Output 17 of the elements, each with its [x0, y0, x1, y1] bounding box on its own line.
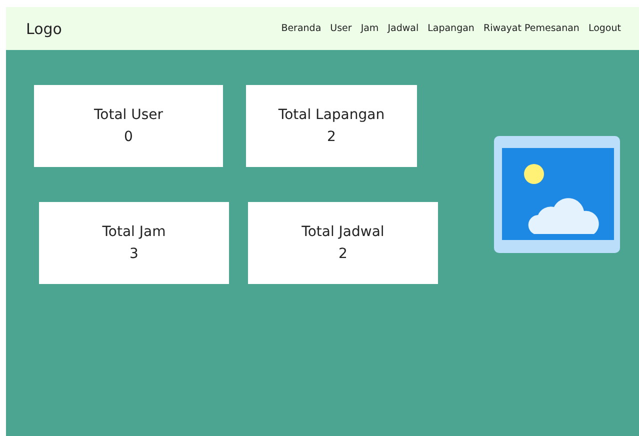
nav-link[interactable]: Lapangan	[428, 23, 474, 34]
stat-value: 0	[124, 129, 133, 145]
nav-link[interactable]: Logout	[588, 23, 621, 34]
logo: Logo	[26, 20, 62, 38]
stat-label: Total Lapangan	[278, 107, 385, 123]
stat-value: 2	[338, 246, 348, 262]
stat-value: 2	[327, 129, 336, 145]
nav-link[interactable]: Jam	[360, 23, 379, 34]
nav-link[interactable]: Riwayat Pemesanan	[483, 23, 580, 34]
nav-link[interactable]: Beranda	[281, 23, 322, 34]
stat-value: 3	[130, 246, 138, 262]
nav-link[interactable]: User	[330, 23, 352, 34]
nav-link[interactable]: Jadwal	[388, 23, 419, 34]
stat-label: Total User	[94, 107, 164, 123]
stat-label: Total Jam	[102, 224, 166, 240]
image-icon	[494, 136, 620, 253]
stat-label: Total Jadwal	[302, 224, 384, 240]
